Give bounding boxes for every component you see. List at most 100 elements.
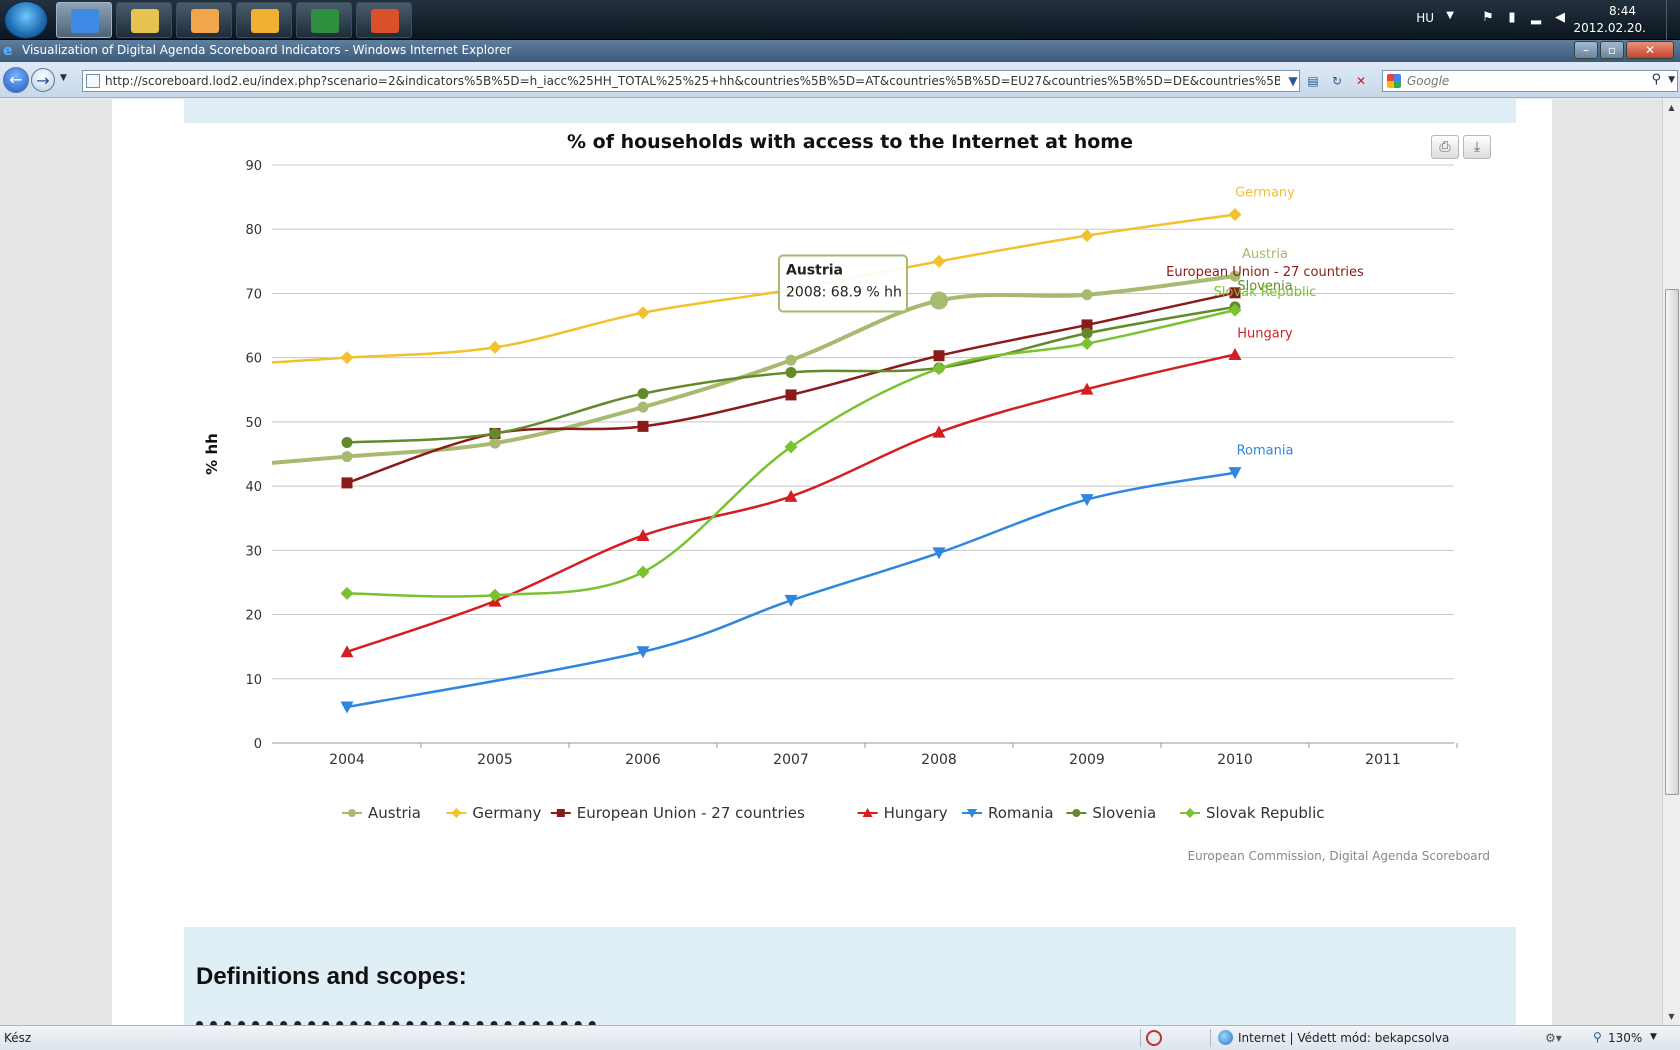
definitions-section: Definitions and scopes: <box>184 927 1516 1025</box>
page-icon <box>86 74 100 88</box>
data-point <box>636 306 650 320</box>
ie-icon: e <box>3 43 13 59</box>
series-line-austria <box>271 274 1236 465</box>
volume-icon[interactable]: ◀ <box>1552 10 1568 26</box>
zoom-icon[interactable]: ⚲ <box>1593 1030 1602 1044</box>
legend-item[interactable]: Hungary <box>884 804 948 822</box>
address-field[interactable]: http://scoreboard.lod2.eu/index.php?scen… <box>82 70 1300 92</box>
data-point <box>785 366 797 378</box>
y-tick-label: 90 <box>245 159 262 174</box>
x-tick-label: 2004 <box>329 752 365 768</box>
window-title: Visualization of Digital Agenda Scoreboa… <box>22 43 512 57</box>
data-point <box>932 362 946 376</box>
status-bar: Kész Internet | Védett mód: bekapcsolva … <box>0 1025 1680 1050</box>
tooltip-value: 2008: 68.9 % hh <box>786 285 902 301</box>
legend-marker <box>1185 808 1195 818</box>
data-point <box>341 477 353 489</box>
page-viewport: % of households with access to the Inter… <box>0 99 1662 1025</box>
printer-icon[interactable]: ⎙ <box>1431 135 1459 159</box>
security-zone-text[interactable]: Internet | Védett mód: bekapcsolva <box>1238 1031 1449 1045</box>
page-content: % of households with access to the Inter… <box>112 99 1552 1025</box>
series-end-label: Germany <box>1235 185 1295 200</box>
series-line-european-union-27-countries <box>346 291 1236 485</box>
search-dropdown-icon[interactable]: ▼ <box>1668 75 1675 85</box>
data-point <box>785 354 797 366</box>
search-box[interactable]: ⚲ ▼ <box>1382 70 1678 92</box>
data-point <box>636 565 650 579</box>
action-center-flag-icon[interactable]: ⚑ <box>1480 10 1496 26</box>
legend-marker <box>348 809 356 817</box>
address-dropdown-icon[interactable]: ▼ <box>1282 70 1304 92</box>
forward-button[interactable]: → <box>31 68 55 92</box>
chart-container: % of households with access to the Inter… <box>184 123 1516 931</box>
zoom-level[interactable]: 130% <box>1608 1031 1642 1045</box>
scrollbar-thumb[interactable] <box>1665 289 1679 795</box>
legend-item[interactable]: Slovak Republic <box>1206 804 1325 822</box>
battery-icon[interactable]: ▮ <box>1504 10 1520 26</box>
data-point <box>1228 347 1242 360</box>
search-icon[interactable]: ⚲ <box>1651 72 1661 87</box>
series-end-label: Hungary <box>1237 326 1293 341</box>
legend-marker <box>451 808 462 818</box>
legend-marker <box>556 809 565 817</box>
clock-date[interactable]: 2012.02.20. <box>1573 21 1646 35</box>
close-button[interactable]: ✕ <box>1626 41 1674 59</box>
maximize-button[interactable]: ▫ <box>1600 41 1624 59</box>
show-desktop-button[interactable] <box>1666 0 1680 40</box>
y-axis-label: % hh <box>203 433 221 475</box>
scroll-up-icon[interactable]: ▲ <box>1663 99 1680 116</box>
y-tick-label: 0 <box>254 737 262 752</box>
compatibility-view-icon[interactable]: ▤ <box>1302 70 1324 92</box>
taskbar-app-file-explorer[interactable] <box>116 2 172 38</box>
data-point <box>340 351 354 365</box>
scroll-down-icon[interactable]: ▼ <box>1663 1008 1680 1025</box>
data-point <box>341 436 353 448</box>
minimize-button[interactable]: – <box>1574 41 1598 59</box>
data-point <box>340 701 354 714</box>
window-titlebar: e Visualization of Digital Agenda Scoreb… <box>0 40 1680 62</box>
data-point <box>1080 337 1094 351</box>
taskbar-app-internet-explorer[interactable] <box>56 2 112 38</box>
back-button[interactable]: ← <box>3 67 29 93</box>
data-point <box>637 388 649 400</box>
legend-item[interactable]: European Union - 27 countries <box>577 804 805 822</box>
taskbar-app-media-player[interactable] <box>176 2 232 38</box>
language-dropdown-icon[interactable]: ▼ <box>1446 10 1454 21</box>
legend-item[interactable]: Austria <box>368 804 421 822</box>
y-tick-label: 10 <box>245 673 262 688</box>
legend-item[interactable]: Romania <box>988 804 1054 822</box>
taskbar-app-excel[interactable] <box>296 2 352 38</box>
tooltip-series: Austria <box>786 263 843 279</box>
stop-icon[interactable]: ✕ <box>1350 70 1372 92</box>
data-point <box>1228 207 1242 221</box>
y-tick-label: 60 <box>245 352 262 367</box>
series-line-romania <box>346 471 1236 709</box>
privacy-report-icon[interactable] <box>1146 1030 1162 1046</box>
network-icon[interactable]: ▂ <box>1528 10 1544 26</box>
download-icon[interactable]: ⤓ <box>1463 135 1491 159</box>
address-url[interactable]: http://scoreboard.lod2.eu/index.php?scen… <box>105 74 1280 88</box>
x-tick-label: 2011 <box>1365 752 1401 768</box>
chart-credits: European Commission, Digital Agenda Scor… <box>1188 849 1490 863</box>
y-tick-label: 20 <box>245 609 262 624</box>
zoom-dropdown-icon[interactable]: ▼ <box>1650 1032 1657 1042</box>
legend-marker <box>1072 809 1081 817</box>
refresh-icon[interactable]: ↻ <box>1326 70 1348 92</box>
navigation-bar: ← → ▼ http://scoreboard.lod2.eu/index.ph… <box>0 62 1680 98</box>
history-dropdown-icon[interactable]: ▼ <box>60 73 67 83</box>
legend-item[interactable]: Germany <box>472 804 541 822</box>
data-point <box>1081 289 1093 301</box>
legend-item[interactable]: Slovenia <box>1092 804 1156 822</box>
google-icon <box>1387 74 1401 88</box>
data-point <box>489 437 501 449</box>
search-input[interactable] <box>1407 73 1637 89</box>
data-point <box>930 291 948 310</box>
taskbar-app-powerpoint[interactable] <box>356 2 412 38</box>
language-indicator[interactable]: HU <box>1416 11 1434 25</box>
protected-mode-icon[interactable]: ⚙▾ <box>1545 1031 1562 1045</box>
taskbar-app-outlook[interactable] <box>236 2 292 38</box>
start-button[interactable] <box>4 1 48 39</box>
vertical-scrollbar[interactable]: ▲ ▼ <box>1662 99 1680 1025</box>
clock-time[interactable]: 8:44 <box>1609 4 1636 18</box>
data-point <box>933 350 945 362</box>
